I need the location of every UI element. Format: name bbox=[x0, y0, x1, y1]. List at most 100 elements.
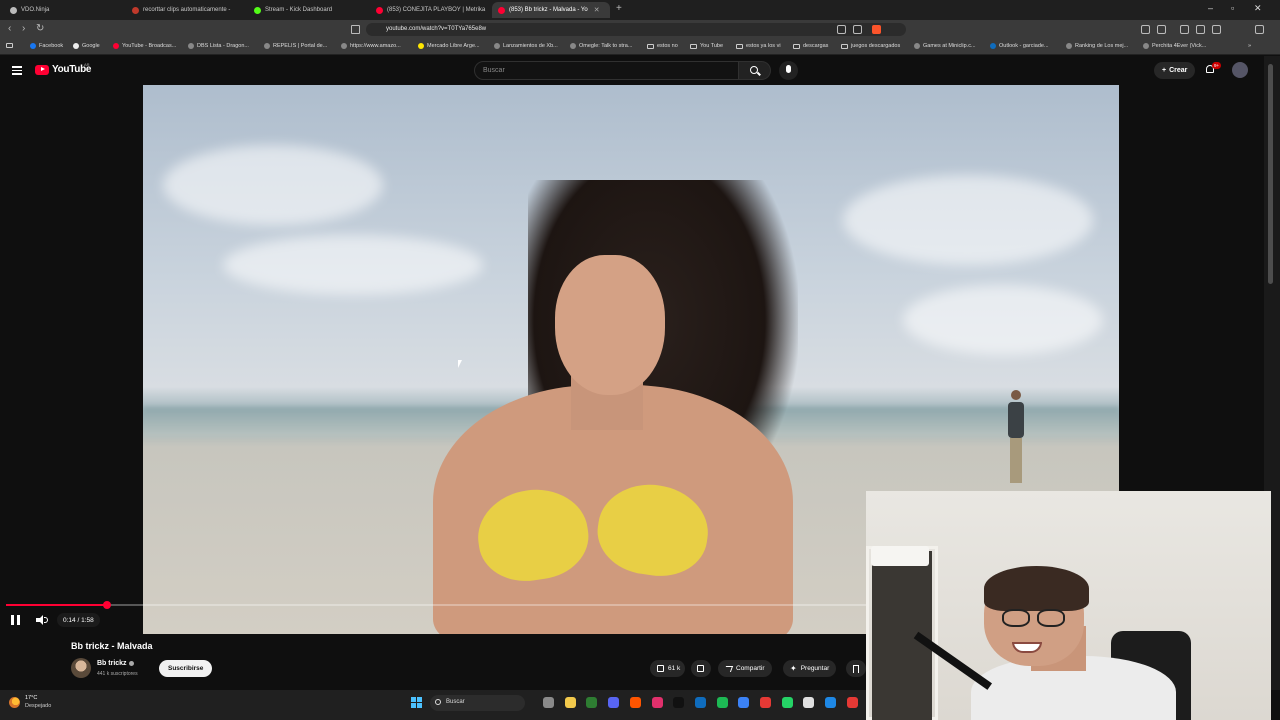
taskbar-app-icon[interactable] bbox=[586, 697, 598, 708]
taskbar-app-icon[interactable] bbox=[651, 697, 663, 708]
new-tab-button[interactable]: + bbox=[616, 3, 622, 14]
taskbar-app-icon[interactable] bbox=[629, 697, 641, 708]
taskbar-app-icon[interactable] bbox=[608, 697, 620, 708]
bookmark-perchita[interactable]: Perchita 4Ever (Vick... bbox=[1143, 43, 1206, 49]
like-button[interactable]: 61 k bbox=[650, 660, 686, 677]
apps-icon[interactable] bbox=[6, 43, 13, 48]
bookmark-folder-estos-no[interactable]: estos no bbox=[647, 43, 678, 49]
subscriber-count: 441 k suscriptores bbox=[97, 671, 138, 677]
bookmark-omegle[interactable]: Omegle: Talk to stra... bbox=[570, 43, 632, 49]
share-icon bbox=[723, 665, 734, 672]
taskbar-app-icon[interactable] bbox=[760, 697, 771, 708]
video-progress-bar[interactable] bbox=[6, 601, 866, 609]
create-button[interactable]: + Crear bbox=[1154, 62, 1196, 79]
bookmark-amazon[interactable]: https://www.amazo... bbox=[341, 43, 401, 49]
taskbar-app-icon[interactable] bbox=[846, 697, 858, 708]
youtube-header: YouTube AR Buscar + Crear 9+ bbox=[0, 56, 1264, 85]
taskbar-app-icon[interactable] bbox=[694, 697, 706, 708]
bookmark-folder-descargas[interactable]: descargas bbox=[793, 43, 828, 49]
taskbar-app-icon[interactable] bbox=[781, 697, 793, 708]
minimize-icon[interactable]: – bbox=[1208, 3, 1213, 13]
webcam-person-glasses bbox=[982, 609, 1065, 629]
taskbar-app-icon[interactable] bbox=[803, 697, 815, 708]
account-avatar[interactable] bbox=[1232, 62, 1248, 78]
notification-count-badge: 9+ bbox=[1212, 62, 1222, 69]
extension-icon[interactable] bbox=[1141, 25, 1150, 34]
extension-icon[interactable] bbox=[1157, 25, 1166, 34]
bookmark-youtube-broadcast[interactable]: YouTube - Broadcas... bbox=[113, 43, 176, 49]
channel-name[interactable]: Bb trickz bbox=[97, 660, 134, 667]
video-cloud bbox=[163, 145, 383, 225]
close-tab-icon[interactable]: ✕ bbox=[594, 6, 600, 14]
tab-recortar-clips[interactable]: recorttar clips automaticamente - bbox=[126, 2, 244, 18]
wallet-icon[interactable] bbox=[1212, 25, 1221, 34]
bookmark-favicon bbox=[188, 43, 194, 49]
share-page-icon[interactable] bbox=[853, 25, 862, 34]
address-toolbar: ‹ › ↻ youtube.com/watch?v=T0TYa765e8w bbox=[0, 20, 1280, 39]
tab-conejita[interactable]: (853) CONEJITA PLAYBOY | Metrika bbox=[370, 2, 488, 18]
taskbar-search[interactable]: Buscar bbox=[430, 695, 525, 711]
bookmark-folder-juegos[interactable]: juegos descargados bbox=[841, 43, 900, 49]
sidebar-icon[interactable] bbox=[1196, 25, 1205, 34]
taskbar-app-icon[interactable] bbox=[716, 697, 728, 708]
save-button[interactable] bbox=[846, 660, 866, 677]
voice-search-button[interactable] bbox=[779, 61, 798, 80]
menu-icon[interactable] bbox=[1255, 25, 1264, 34]
search-icon bbox=[750, 66, 758, 74]
bookmark-mercado-libre[interactable]: Mercado Libre Arge... bbox=[418, 43, 480, 49]
search-input[interactable]: Buscar bbox=[474, 61, 739, 80]
tab-vdo-ninja[interactable]: VDO.Ninja bbox=[4, 2, 122, 18]
bookmark-folder-estos-ya[interactable]: estos ya los vi bbox=[736, 43, 781, 49]
brave-shields-icon[interactable] bbox=[872, 25, 881, 34]
search-button[interactable] bbox=[739, 61, 771, 80]
pause-button[interactable] bbox=[11, 615, 20, 625]
url-field[interactable]: youtube.com/watch?v=T0TYa765e8w bbox=[366, 23, 906, 36]
tab-bb-trickz-active[interactable]: (853) Bb trickz - Malvada - Yo ✕ bbox=[492, 2, 610, 18]
video-cloud bbox=[223, 235, 483, 295]
progress-scrubber-handle[interactable] bbox=[103, 601, 112, 609]
close-window-icon[interactable]: ✕ bbox=[1254, 3, 1262, 14]
hamburger-menu-icon[interactable] bbox=[12, 66, 22, 77]
taskbar-app-icon[interactable] bbox=[738, 697, 750, 708]
ask-button[interactable]: ✦ Preguntar bbox=[783, 660, 837, 677]
weather-icon[interactable] bbox=[9, 697, 20, 708]
music-icon[interactable] bbox=[1180, 25, 1189, 34]
forward-icon[interactable]: › bbox=[22, 23, 25, 34]
video-cloud bbox=[843, 175, 1093, 265]
bookmark-miniclip[interactable]: Games at Miniclip.c... bbox=[914, 43, 976, 49]
windows-start-icon[interactable] bbox=[411, 697, 422, 708]
bookmark-xbox[interactable]: Lanzamientos de Xb... bbox=[494, 43, 558, 49]
volume-button[interactable] bbox=[36, 615, 48, 625]
thumbs-up-icon bbox=[657, 665, 664, 672]
restore-icon[interactable]: ▫ bbox=[1231, 3, 1234, 13]
bookmark-google[interactable]: Google bbox=[73, 43, 100, 49]
scrollbar-thumb[interactable] bbox=[1268, 64, 1273, 284]
progress-played bbox=[6, 604, 108, 606]
bookmark-dbs[interactable]: DBS Lista - Dragon... bbox=[188, 43, 249, 49]
taskbar-app-icon[interactable] bbox=[543, 697, 554, 708]
taskbar-app-icon[interactable] bbox=[673, 697, 685, 708]
subscribe-button[interactable]: Suscribirse bbox=[159, 660, 213, 677]
bookmark-favicon bbox=[990, 43, 996, 49]
mouse-cursor-icon bbox=[458, 360, 462, 368]
bookmark-favicon bbox=[418, 43, 424, 49]
taskbar-app-icon[interactable] bbox=[564, 697, 576, 708]
dislike-button[interactable] bbox=[691, 660, 711, 677]
reload-icon[interactable]: ↻ bbox=[36, 23, 44, 34]
tab-kick-dashboard[interactable]: Stream - Kick Dashboard bbox=[248, 2, 366, 18]
share-button[interactable]: Compartir bbox=[718, 660, 772, 677]
youtube-play-icon bbox=[35, 64, 49, 75]
bookmark-ranking[interactable]: Ranking de Los mej... bbox=[1066, 43, 1128, 49]
folder-icon bbox=[690, 43, 697, 49]
more-bookmarks-icon[interactable]: » bbox=[1248, 43, 1251, 49]
back-icon[interactable]: ‹ bbox=[8, 23, 11, 34]
bookmark-folder-youtube[interactable]: You Tube bbox=[690, 43, 723, 49]
youtube-logo[interactable]: YouTube AR bbox=[35, 62, 92, 75]
channel-avatar[interactable] bbox=[71, 658, 91, 678]
screenshot-icon[interactable] bbox=[837, 25, 846, 34]
bookmark-page-icon[interactable] bbox=[351, 25, 360, 34]
bookmark-facebook[interactable]: Facebook bbox=[30, 43, 63, 49]
bookmark-repelis[interactable]: REPELIS | Portal de... bbox=[264, 43, 327, 49]
bookmark-outlook[interactable]: Outlook - garciade... bbox=[990, 43, 1049, 49]
taskbar-app-icon[interactable] bbox=[825, 697, 837, 708]
